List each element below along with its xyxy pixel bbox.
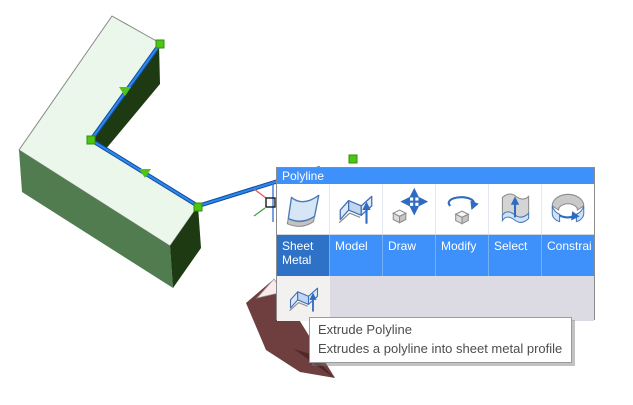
polyline-context-panel: Polyline Sheet Metal Model <box>276 167 595 320</box>
cad-viewport: Polyline Sheet Metal Model <box>0 0 633 405</box>
tab-icon-sheet-metal[interactable] <box>277 184 330 234</box>
model-icon <box>335 188 377 230</box>
tab-icon-select[interactable] <box>489 184 542 234</box>
category-icon-row <box>277 184 594 234</box>
tab-select[interactable]: Select <box>489 235 542 276</box>
sheet-metal-icon <box>282 188 324 230</box>
tooltip-title: Extrude Polyline <box>318 320 562 339</box>
tab-model[interactable]: Model <box>330 235 383 276</box>
modify-icon <box>441 188 483 230</box>
cursor-y-axis <box>254 208 265 216</box>
tab-icon-draw[interactable] <box>383 184 436 234</box>
grip-vertex-3[interactable] <box>194 203 202 211</box>
tab-icon-modify[interactable] <box>436 184 489 234</box>
grip-vertex-1[interactable] <box>156 40 164 48</box>
category-tab-row: Sheet Metal Model Draw Modify Select Con… <box>277 234 594 276</box>
tooltip: Extrude Polyline Extrudes a polyline int… <box>309 317 572 363</box>
tab-icon-model[interactable] <box>330 184 383 234</box>
tab-modify[interactable]: Modify <box>436 235 489 276</box>
draw-icon <box>388 188 430 230</box>
cursor-x-axis <box>254 189 266 198</box>
tab-draw[interactable]: Draw <box>383 235 436 276</box>
grip-vertex-2[interactable] <box>87 136 95 144</box>
grip-vertex-4[interactable] <box>349 155 357 163</box>
select-icon <box>494 188 536 230</box>
tooltip-description: Extrudes a polyline into sheet metal pro… <box>318 339 562 358</box>
tab-constraints[interactable]: Constrai <box>542 235 594 276</box>
constraints-icon <box>547 188 589 230</box>
tool-content-row <box>277 276 594 321</box>
tab-sheet-metal[interactable]: Sheet Metal <box>277 235 330 276</box>
extrude-polyline-button[interactable] <box>277 276 330 321</box>
panel-title: Polyline <box>277 168 594 184</box>
extrude-polyline-icon <box>286 281 322 317</box>
tab-icon-constraints[interactable] <box>542 184 594 234</box>
